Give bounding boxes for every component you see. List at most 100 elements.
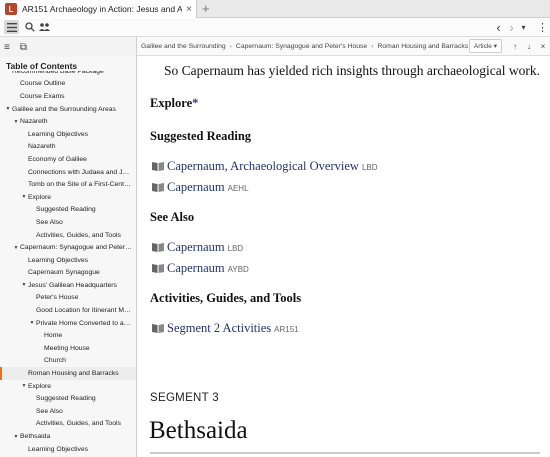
tab-active[interactable]: L AR151 Archaeology in Action: Jesus and… xyxy=(0,0,197,18)
tab-title: AR151 Archaeology in Action: Jesus and A… xyxy=(22,4,182,14)
toc-item[interactable]: Course Outline xyxy=(0,78,136,91)
expand-toggle-icon[interactable]: ▼ xyxy=(20,194,28,200)
close-panel-icon[interactable]: × xyxy=(536,42,550,51)
toc-item-label: Suggested Reading xyxy=(36,395,96,403)
toc-item-label: Home xyxy=(44,332,63,340)
toc-item-label: Learning Objectives xyxy=(28,130,89,138)
reference-item[interactable]: Segment 2 Activities AR151 xyxy=(152,319,299,336)
toc-item[interactable]: Suggested Reading xyxy=(0,204,136,217)
segment-title: Bethsaida xyxy=(149,417,248,444)
menu-icon[interactable] xyxy=(4,20,19,34)
expand-toggle-icon[interactable]: ▼ xyxy=(12,434,20,440)
expand-toggle-icon[interactable]: ▼ xyxy=(28,320,36,326)
toc-item[interactable]: Home xyxy=(0,329,136,342)
toolbar: ‹ › ▾ ⋮ xyxy=(0,18,550,37)
toc-item-label: See Also xyxy=(36,218,63,226)
toc-item[interactable]: Learning Objectives xyxy=(0,128,136,141)
breadcrumb-item[interactable]: Galilee and the Surrounding xyxy=(141,43,226,50)
arrow-up-icon[interactable]: ↑ xyxy=(508,42,522,51)
toc-item[interactable]: ▼ Galilee and the Surrounding Areas xyxy=(0,103,136,116)
toc-item-label: Galilee and the Surrounding Areas xyxy=(12,105,116,113)
toc-item-label: See Also xyxy=(36,407,63,415)
toc-item[interactable]: Connections with Judaea and Je… xyxy=(0,166,136,179)
reference-link[interactable]: Capernaum xyxy=(167,240,225,255)
reference-link[interactable]: Capernaum xyxy=(167,261,225,276)
toc-item-label: Capernaum: Synagogue and Peter'… xyxy=(20,244,132,252)
toc-item[interactable]: Learning Objectives xyxy=(0,254,136,267)
toc-item[interactable]: Nazareth xyxy=(0,141,136,154)
toc-item-label: Tomb on the Site of a First-Cent… xyxy=(28,181,131,189)
toc-item[interactable]: Learning Objectives xyxy=(0,443,136,456)
suggested-reading-heading: Suggested Reading xyxy=(150,129,252,143)
reference-item[interactable]: Capernaum, Archaeological Overview LBD xyxy=(152,157,378,174)
toc-item[interactable]: Roman Housing and Barracks xyxy=(0,367,136,380)
segment-label: SEGMENT 3 xyxy=(150,392,219,404)
sidebar: ≡ ⧉ Table of Contents Recommended Base P… xyxy=(0,37,137,457)
book-icon xyxy=(152,260,164,273)
reference-abbreviation: AEHL xyxy=(227,184,249,193)
explore-star[interactable]: * xyxy=(192,96,198,110)
expand-toggle-icon[interactable]: ▼ xyxy=(20,282,28,288)
toc-item[interactable]: See Also xyxy=(0,405,136,418)
reference-item[interactable]: Capernaum AYBD xyxy=(152,259,249,276)
reference-link[interactable]: Capernaum xyxy=(167,180,225,195)
divider xyxy=(150,452,540,454)
toc-item[interactable]: ▼ Explore xyxy=(0,191,136,204)
reference-abbreviation: LBD xyxy=(361,163,378,172)
toc-icon[interactable]: ≡ xyxy=(4,42,10,53)
toc-item[interactable]: ▼ Jesus' Galilean Headquarters xyxy=(0,279,136,292)
reference-abbreviation: AYBD xyxy=(227,265,249,274)
toc-item[interactable]: Capernaum Synagogue xyxy=(0,267,136,280)
lead-paragraph: So Capernaum has yielded rich insights t… xyxy=(164,63,541,78)
toc-item-label: Learning Objectives xyxy=(28,445,89,453)
toc-item[interactable]: Course Exams xyxy=(0,90,136,103)
expand-toggle-icon[interactable]: ▼ xyxy=(12,245,20,251)
expand-toggle-icon[interactable]: ▼ xyxy=(4,106,12,112)
toc-item[interactable]: ▼ Explore xyxy=(0,380,136,393)
activities-heading: Activities, Guides, and Tools xyxy=(150,291,302,305)
sidebar-toolbar: ≡ ⧉ xyxy=(0,37,136,57)
toc-item[interactable]: Church xyxy=(0,355,136,368)
toc-item-label: Good Location for Itinerant M… xyxy=(36,307,131,315)
toc-item-label: Course Outline xyxy=(20,80,66,88)
reference-link[interactable]: Capernaum, Archaeological Overview xyxy=(167,159,359,174)
arrow-down-icon[interactable]: ↓ xyxy=(522,42,536,51)
reference-abbreviation: LBD xyxy=(227,244,244,253)
toc-item[interactable]: Suggested Reading xyxy=(0,392,136,405)
breadcrumb-separator: › xyxy=(229,42,232,50)
more-options-icon[interactable]: ⋮ xyxy=(535,20,550,34)
tab-close-icon[interactable]: × xyxy=(182,4,196,15)
new-tab-button[interactable]: + xyxy=(202,1,210,17)
toc-item[interactable]: See Also xyxy=(0,216,136,229)
toc-item[interactable]: Peter's House xyxy=(0,292,136,305)
toc-item[interactable]: ▼ Capernaum: Synagogue and Peter'… xyxy=(0,241,136,254)
toc-item[interactable]: ▼ Nazareth xyxy=(0,115,136,128)
book-icon xyxy=(152,239,164,252)
reference-link[interactable]: Segment 2 Activities xyxy=(167,321,271,336)
reference-item[interactable]: Capernaum LBD xyxy=(152,238,243,255)
expand-toggle-icon[interactable]: ▼ xyxy=(20,383,28,389)
toc-item-label: Roman Housing and Barracks xyxy=(28,370,119,378)
breadcrumb-item[interactable]: Capernaum: Synagogue and Peter's House xyxy=(236,43,367,50)
toc-item[interactable]: ▼ Private Home Converted to a… xyxy=(0,317,136,330)
toc-item[interactable]: Good Location for Itinerant M… xyxy=(0,304,136,317)
see-also-heading: See Also xyxy=(150,210,195,224)
toc-item[interactable]: Meeting House xyxy=(0,342,136,355)
article-content: So Capernaum has yielded rich insights t… xyxy=(137,56,550,457)
toc-item[interactable]: Activities, Guides, and Tools xyxy=(0,418,136,431)
copy-icon[interactable]: ⧉ xyxy=(20,42,27,53)
expand-toggle-icon[interactable]: ▼ xyxy=(12,119,20,125)
breadcrumb-item[interactable]: Roman Housing and Barracks xyxy=(377,43,468,50)
toc-item-label: Connections with Judaea and Je… xyxy=(28,168,132,176)
toc-item-label: Activities, Guides, and Tools xyxy=(36,420,121,428)
reference-item[interactable]: Capernaum AEHL xyxy=(152,178,249,195)
people-icon[interactable] xyxy=(37,20,52,34)
history-dropdown-icon[interactable]: ▾ xyxy=(516,20,531,34)
toc-item-label: Bethsaida xyxy=(20,433,51,441)
toc-item[interactable]: Activities, Guides, and Tools xyxy=(0,229,136,242)
toc-item[interactable]: Tomb on the Site of a First-Cent… xyxy=(0,178,136,191)
toc-item[interactable]: ▼ Bethsaida xyxy=(0,430,136,443)
article-dropdown-button[interactable]: Article ▾ xyxy=(468,39,502,53)
toc-item[interactable]: Economy of Galilee xyxy=(0,153,136,166)
search-icon[interactable] xyxy=(22,20,37,34)
